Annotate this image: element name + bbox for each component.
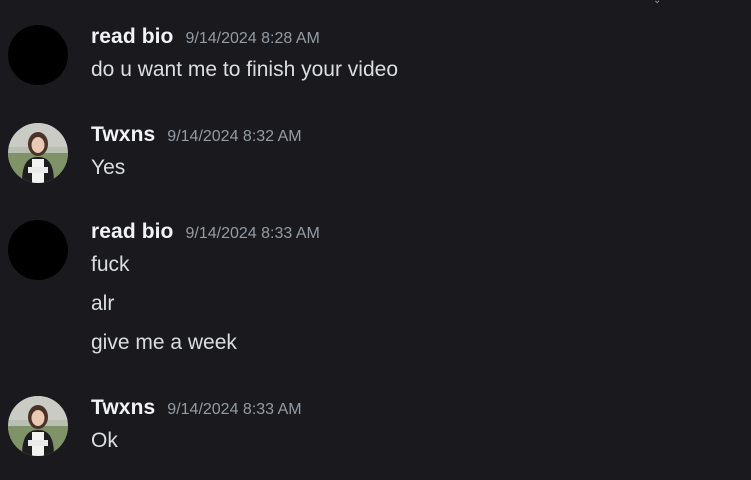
- message-text: fuck: [91, 253, 130, 276]
- profile-photo-icon: [8, 123, 68, 183]
- timestamp: 9/14/2024 8:32 AM: [167, 128, 302, 145]
- message-header: read bio 9/14/2024 8:33 AM: [91, 220, 320, 248]
- username[interactable]: Twxns: [91, 396, 155, 420]
- username[interactable]: read bio: [91, 220, 173, 244]
- username[interactable]: Twxns: [91, 123, 155, 147]
- timestamp: 9/14/2024 8:33 AM: [167, 401, 302, 418]
- scroll-indicator-icon: ⌄: [653, 0, 662, 6]
- avatar[interactable]: [8, 25, 68, 85]
- profile-photo-icon: [8, 396, 68, 456]
- avatar[interactable]: [8, 123, 68, 183]
- message-header: Twxns 9/14/2024 8:33 AM: [91, 396, 302, 424]
- timestamp: 9/14/2024 8:33 AM: [185, 225, 320, 242]
- message-text: alr: [91, 292, 115, 315]
- message-header: read bio 9/14/2024 8:28 AM: [91, 25, 320, 53]
- message-text: do u want me to finish your video: [91, 58, 399, 81]
- message-text: give me a week: [91, 331, 237, 354]
- message-text: Yes: [91, 156, 126, 179]
- username[interactable]: read bio: [91, 25, 173, 49]
- avatar[interactable]: [8, 396, 68, 456]
- message-header: Twxns 9/14/2024 8:32 AM: [91, 123, 302, 151]
- avatar[interactable]: [8, 220, 68, 280]
- chat-messages: ⌄ read bio 9/14/2024 8:28 AM do u want m…: [0, 0, 751, 480]
- message-text: Ok: [91, 429, 118, 452]
- timestamp: 9/14/2024 8:28 AM: [185, 30, 320, 47]
